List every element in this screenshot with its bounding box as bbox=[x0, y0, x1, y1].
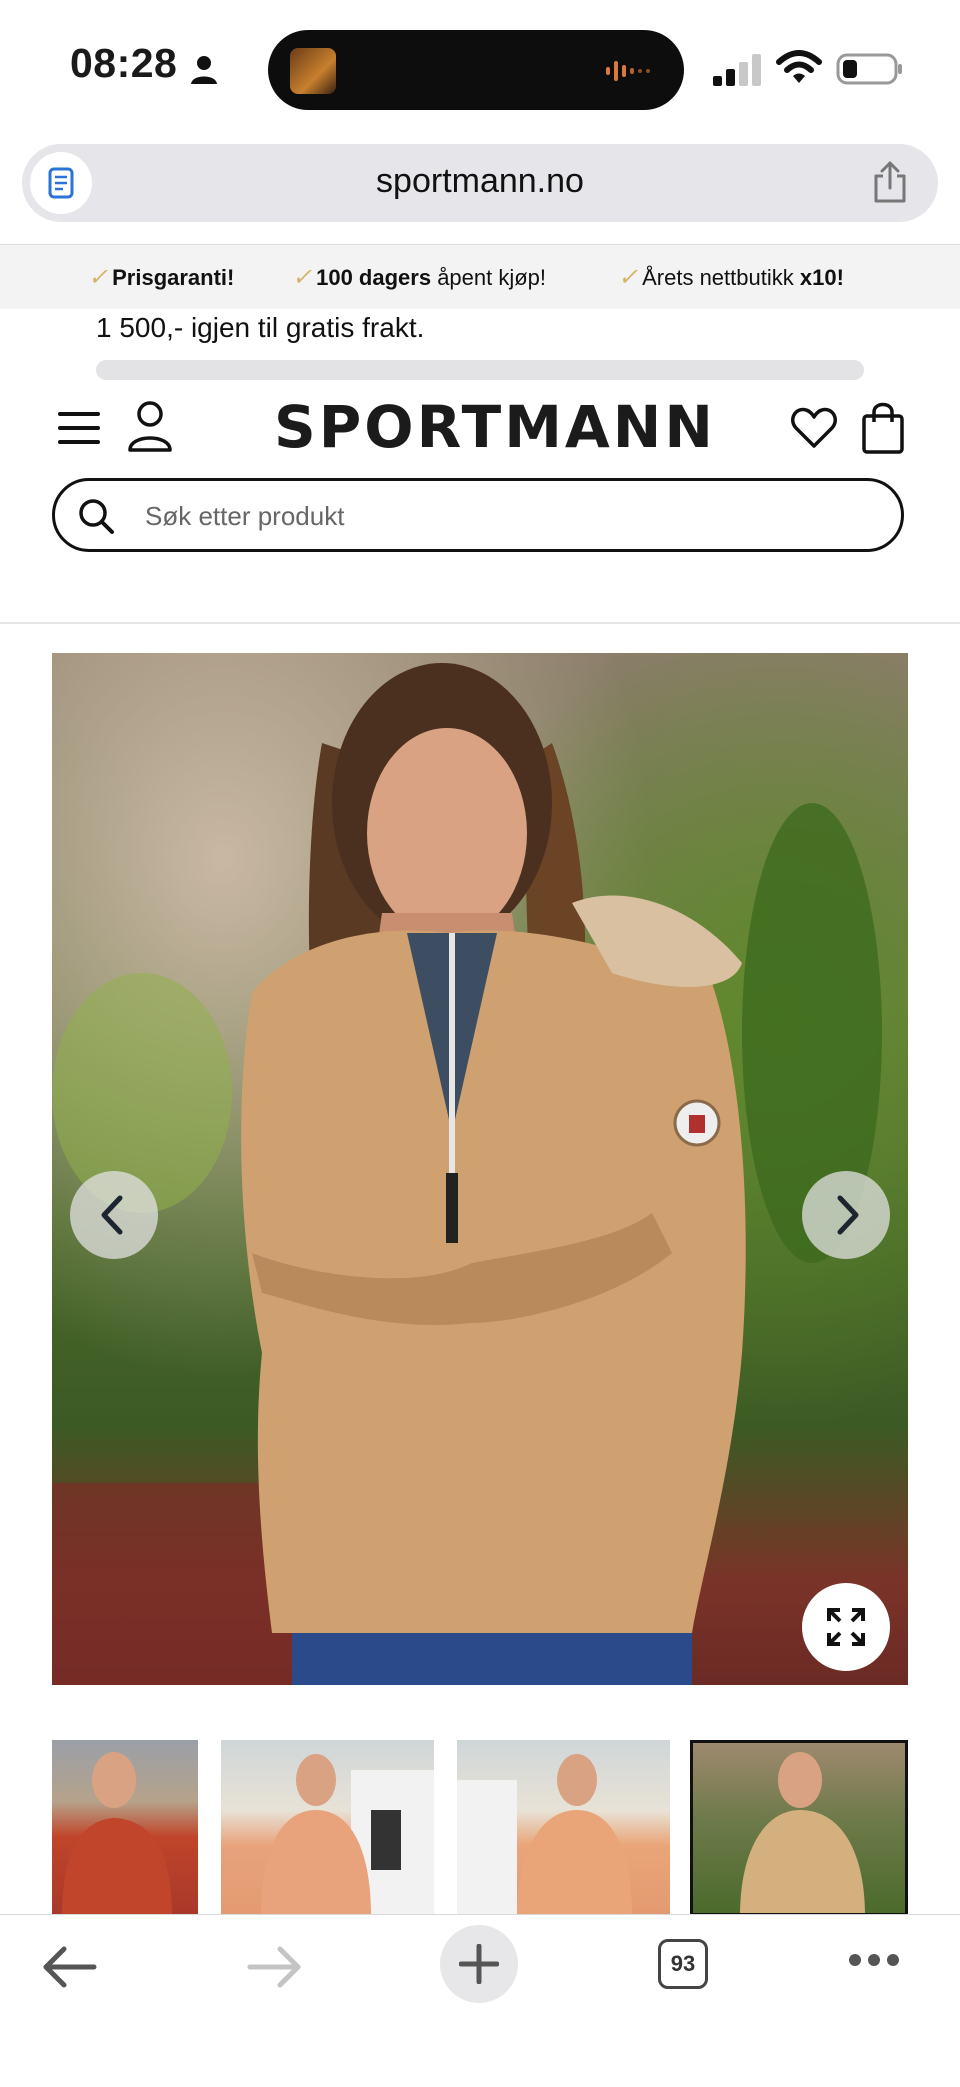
usp-open-purchase: ✓ 100 dagers åpent kjøp! bbox=[292, 263, 547, 291]
usp-store-award: ✓ Årets nettbutikk x10! bbox=[618, 263, 844, 291]
product-photo-illustration bbox=[52, 653, 908, 1685]
expand-icon bbox=[827, 1608, 865, 1646]
plus-icon bbox=[459, 1944, 499, 1984]
more-dots-icon[interactable] bbox=[848, 1953, 900, 1967]
wishlist-heart-icon[interactable] bbox=[790, 406, 838, 450]
thumbnail-4-selected[interactable] bbox=[690, 1740, 908, 1916]
previous-image-button[interactable] bbox=[70, 1171, 158, 1259]
wifi-icon bbox=[776, 50, 822, 83]
check-icon: ✓ bbox=[292, 263, 313, 291]
dynamic-island[interactable] bbox=[268, 30, 684, 110]
search-bar[interactable] bbox=[52, 478, 904, 552]
usp-bar: ✓ Prisgaranti! ✓ 100 dagers åpent kjøp! ✓ Å… bbox=[0, 244, 960, 309]
check-icon: ✓ bbox=[88, 263, 109, 291]
search-icon bbox=[79, 499, 114, 534]
thumbnail-3-image bbox=[457, 1754, 632, 1916]
thumbnail-1-image bbox=[62, 1752, 172, 1916]
now-playing-artwork bbox=[290, 48, 336, 94]
free-shipping-progress-bar bbox=[96, 360, 864, 380]
search-input[interactable] bbox=[143, 495, 847, 537]
shopping-bag-icon[interactable] bbox=[860, 400, 906, 454]
thumbnail-2-image bbox=[261, 1754, 434, 1916]
check-icon: ✓ bbox=[618, 263, 639, 291]
header-divider bbox=[0, 622, 960, 624]
tab-count-button[interactable]: 93 bbox=[658, 1939, 708, 1989]
next-image-button[interactable] bbox=[802, 1171, 890, 1259]
cellular-signal-icon bbox=[713, 54, 761, 86]
back-arrow-icon[interactable] bbox=[40, 1945, 98, 1989]
url-text: sportmann.no bbox=[376, 162, 584, 200]
thumbnail-4-image bbox=[740, 1752, 865, 1916]
forward-arrow-icon[interactable] bbox=[246, 1945, 304, 1989]
battery-low-icon bbox=[836, 53, 902, 85]
product-image[interactable] bbox=[52, 653, 908, 1685]
thumbnail-1[interactable] bbox=[52, 1740, 198, 1916]
account-icon[interactable] bbox=[126, 400, 174, 454]
new-tab-button[interactable] bbox=[440, 1925, 518, 2003]
usp-price-guarantee: ✓ Prisgaranti! bbox=[88, 263, 235, 291]
share-icon[interactable] bbox=[870, 160, 910, 204]
free-shipping-remaining: 1 500,- igjen til gratis frakt. bbox=[96, 312, 425, 343]
sportmann-logo[interactable]: SPORTMANN bbox=[274, 396, 713, 458]
browser-toolbar: 93 bbox=[0, 1914, 960, 2087]
audio-wave-icon bbox=[606, 61, 650, 81]
status-time: 08:28 bbox=[70, 40, 178, 86]
address-bar[interactable]: sportmann.no bbox=[22, 144, 938, 222]
chevron-right-icon bbox=[837, 1195, 859, 1235]
person-icon bbox=[191, 56, 217, 84]
thumbnail-3[interactable] bbox=[457, 1740, 670, 1916]
menu-icon[interactable] bbox=[58, 410, 100, 446]
thumbnail-2[interactable] bbox=[221, 1740, 434, 1916]
fullscreen-button[interactable] bbox=[802, 1583, 890, 1671]
chevron-left-icon bbox=[101, 1195, 123, 1235]
